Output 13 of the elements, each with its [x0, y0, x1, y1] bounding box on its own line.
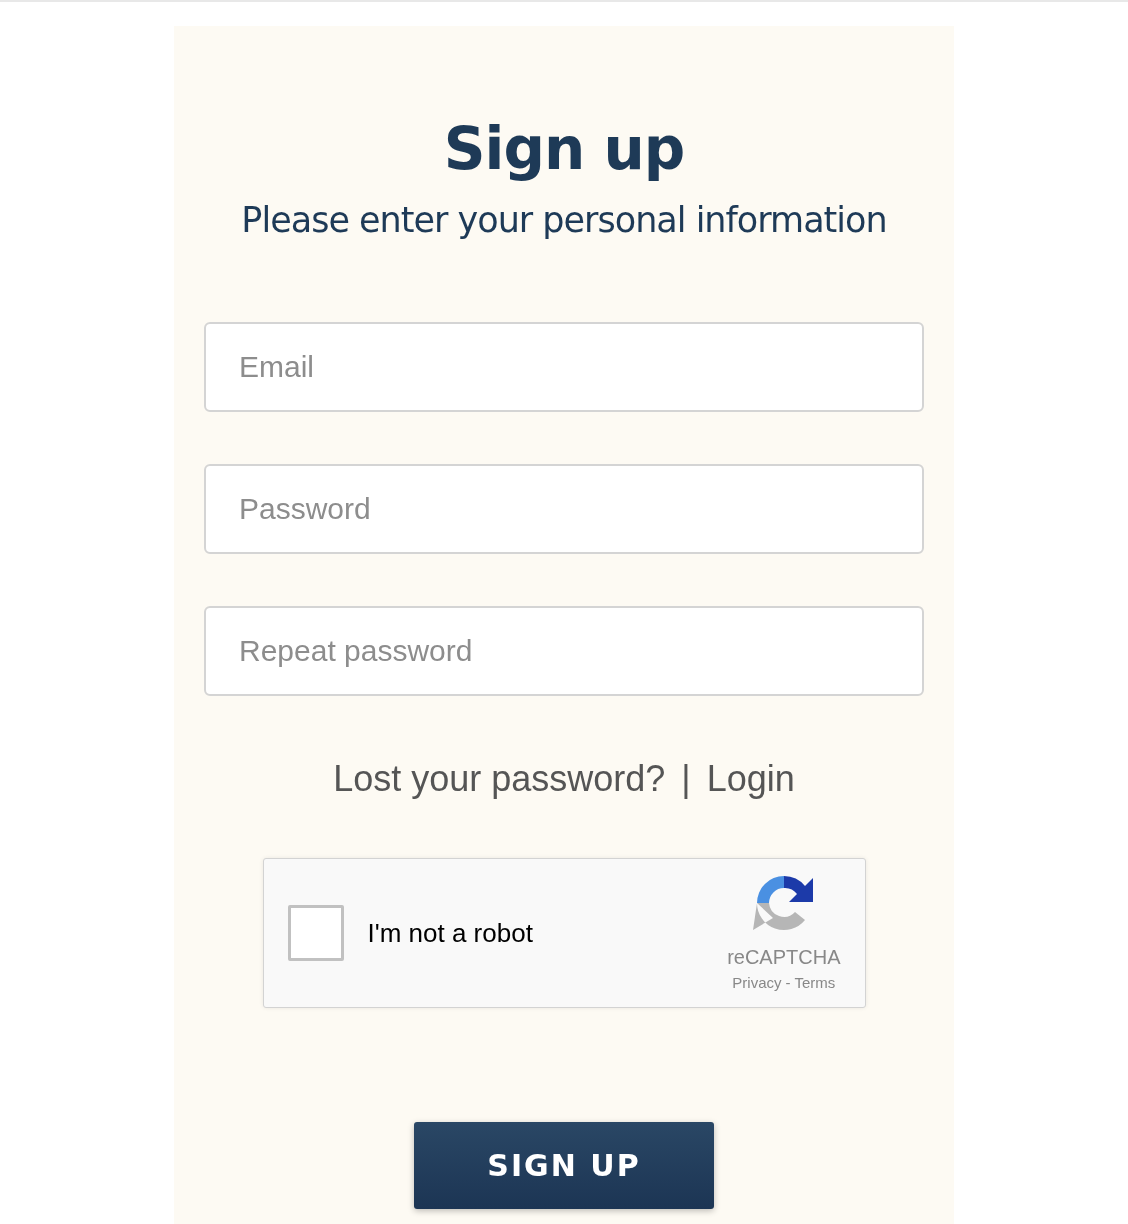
sign-up-button[interactable]: SIGN UP [414, 1122, 714, 1210]
separator: - [785, 973, 791, 994]
page-title: Sign up [442, 118, 686, 182]
captcha-brand: reCAPTCHA [727, 945, 841, 971]
input-field[interactable]: Email [204, 322, 924, 413]
input-field[interactable]: Password [204, 464, 924, 555]
input-field[interactable]: Repeat password [204, 606, 924, 697]
captcha-label: I'm not a robot [367, 916, 533, 950]
separator: | [681, 757, 691, 802]
captcha-checkbox[interactable] [287, 905, 344, 962]
login-link[interactable]: Login [706, 752, 795, 807]
lost-password-link[interactable]: Lost your password? [333, 752, 666, 807]
page-subtitle: Please enter your personal information [240, 198, 888, 242]
